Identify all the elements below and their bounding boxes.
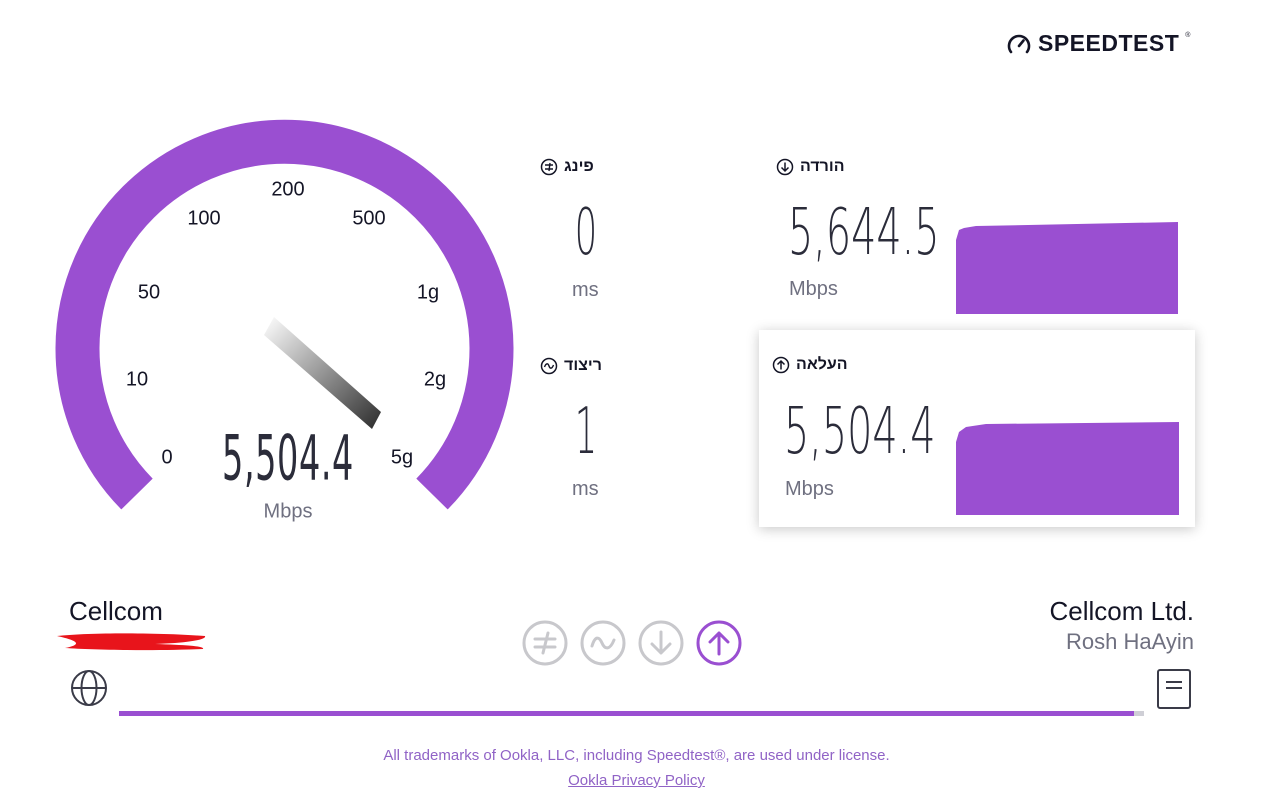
jitter-icon xyxy=(540,357,558,375)
ping-value: 0 xyxy=(574,196,598,270)
step-download-icon xyxy=(638,620,684,666)
speedtest-logo: SPEEDTEST ® xyxy=(1006,30,1190,57)
download-metric: הורדה xyxy=(776,158,845,176)
results-document-icon[interactable] xyxy=(1156,668,1192,710)
download-label-row: הורדה xyxy=(776,158,845,176)
jitter-unit: ms xyxy=(572,478,599,500)
privacy-row: Ookla Privacy Policy xyxy=(0,772,1273,789)
server-name[interactable]: Cellcom Ltd. xyxy=(1050,596,1195,627)
download-label: הורדה xyxy=(800,158,845,175)
jitter-metric: ריצוד xyxy=(540,357,635,375)
jitter-value: 1 xyxy=(574,395,598,469)
jitter-label: ריצוד xyxy=(564,357,602,374)
gauge-tick: 10 xyxy=(125,368,149,391)
download-value: 5,644.5 xyxy=(788,196,940,270)
upload-label: העלאה xyxy=(796,356,848,373)
download-unit: Mbps xyxy=(789,278,838,300)
upload-metric: העלאה xyxy=(772,356,848,374)
test-steps xyxy=(522,620,742,666)
gauge-tick: 500 xyxy=(352,207,386,230)
trademark-notice: All trademarks of Ookla, LLC, including … xyxy=(383,747,890,764)
upload-label-row: העלאה xyxy=(772,356,848,374)
logo-text: SPEEDTEST xyxy=(1038,30,1180,56)
client-isp: Cellcom xyxy=(69,596,163,626)
download-graph xyxy=(956,222,1178,314)
upload-icon xyxy=(772,356,790,374)
gauge-tick: 5g xyxy=(390,446,414,469)
ping-metric: פינג xyxy=(540,158,635,176)
upload-graph xyxy=(956,422,1179,515)
jitter-label-row: ריצוד xyxy=(540,357,620,375)
privacy-policy-link[interactable]: Ookla Privacy Policy xyxy=(568,772,705,789)
upload-unit: Mbps xyxy=(785,478,834,500)
upload-value: 5,504.4 xyxy=(784,395,936,469)
globe-icon[interactable] xyxy=(69,668,109,708)
progress-fill xyxy=(119,711,1134,716)
gauge-tick: 50 xyxy=(137,281,161,304)
gauge-tick: 100 xyxy=(187,207,221,230)
gauge-tick: 2g xyxy=(423,368,447,391)
gauge-tick: 0 xyxy=(161,446,173,469)
step-jitter-icon xyxy=(580,620,626,666)
gauge-tick: 1g xyxy=(416,281,440,304)
gauge-logo-icon xyxy=(1007,34,1031,53)
ping-label: פינג xyxy=(564,158,594,175)
ping-unit: ms xyxy=(572,279,599,301)
redaction-mark xyxy=(57,633,206,651)
gauge-needle xyxy=(264,317,381,429)
step-upload-icon xyxy=(696,620,742,666)
download-icon xyxy=(776,158,794,176)
ping-value-box: 0 xyxy=(546,196,626,270)
gauge-speed-value: 5,504.4 xyxy=(222,421,354,495)
ping-label-row: פינג xyxy=(540,158,612,176)
gauge-speed-unit: Mbps xyxy=(263,500,313,523)
jitter-value-box: 1 xyxy=(546,395,626,469)
ping-icon xyxy=(540,158,558,176)
logo-trademark: ® xyxy=(1185,32,1191,39)
server-location: Rosh HaAyin xyxy=(1066,629,1194,654)
gauge-tick: 200 xyxy=(271,178,305,201)
step-ping-icon xyxy=(522,620,568,666)
speed-gauge: 0 10 50 100 200 500 1g 2g 5g 5,504.4 Mbp… xyxy=(0,0,560,560)
